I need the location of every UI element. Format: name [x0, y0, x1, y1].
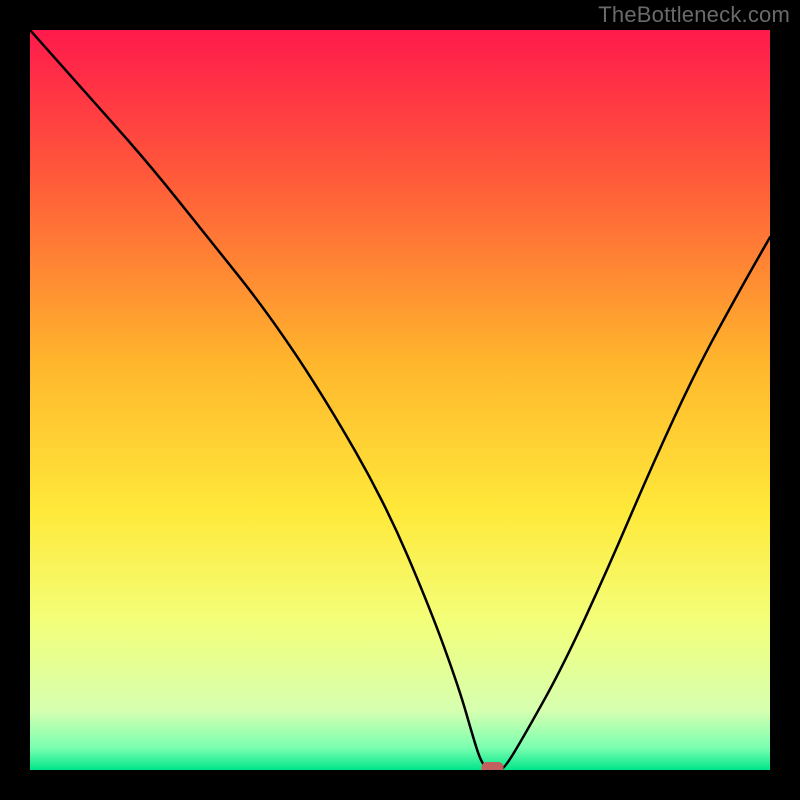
chart-svg	[30, 30, 770, 770]
chart-frame: TheBottleneck.com	[0, 0, 800, 800]
watermark-text: TheBottleneck.com	[598, 2, 790, 28]
plot-area	[30, 30, 770, 770]
optimum-marker	[482, 762, 504, 770]
gradient-background	[30, 30, 770, 770]
